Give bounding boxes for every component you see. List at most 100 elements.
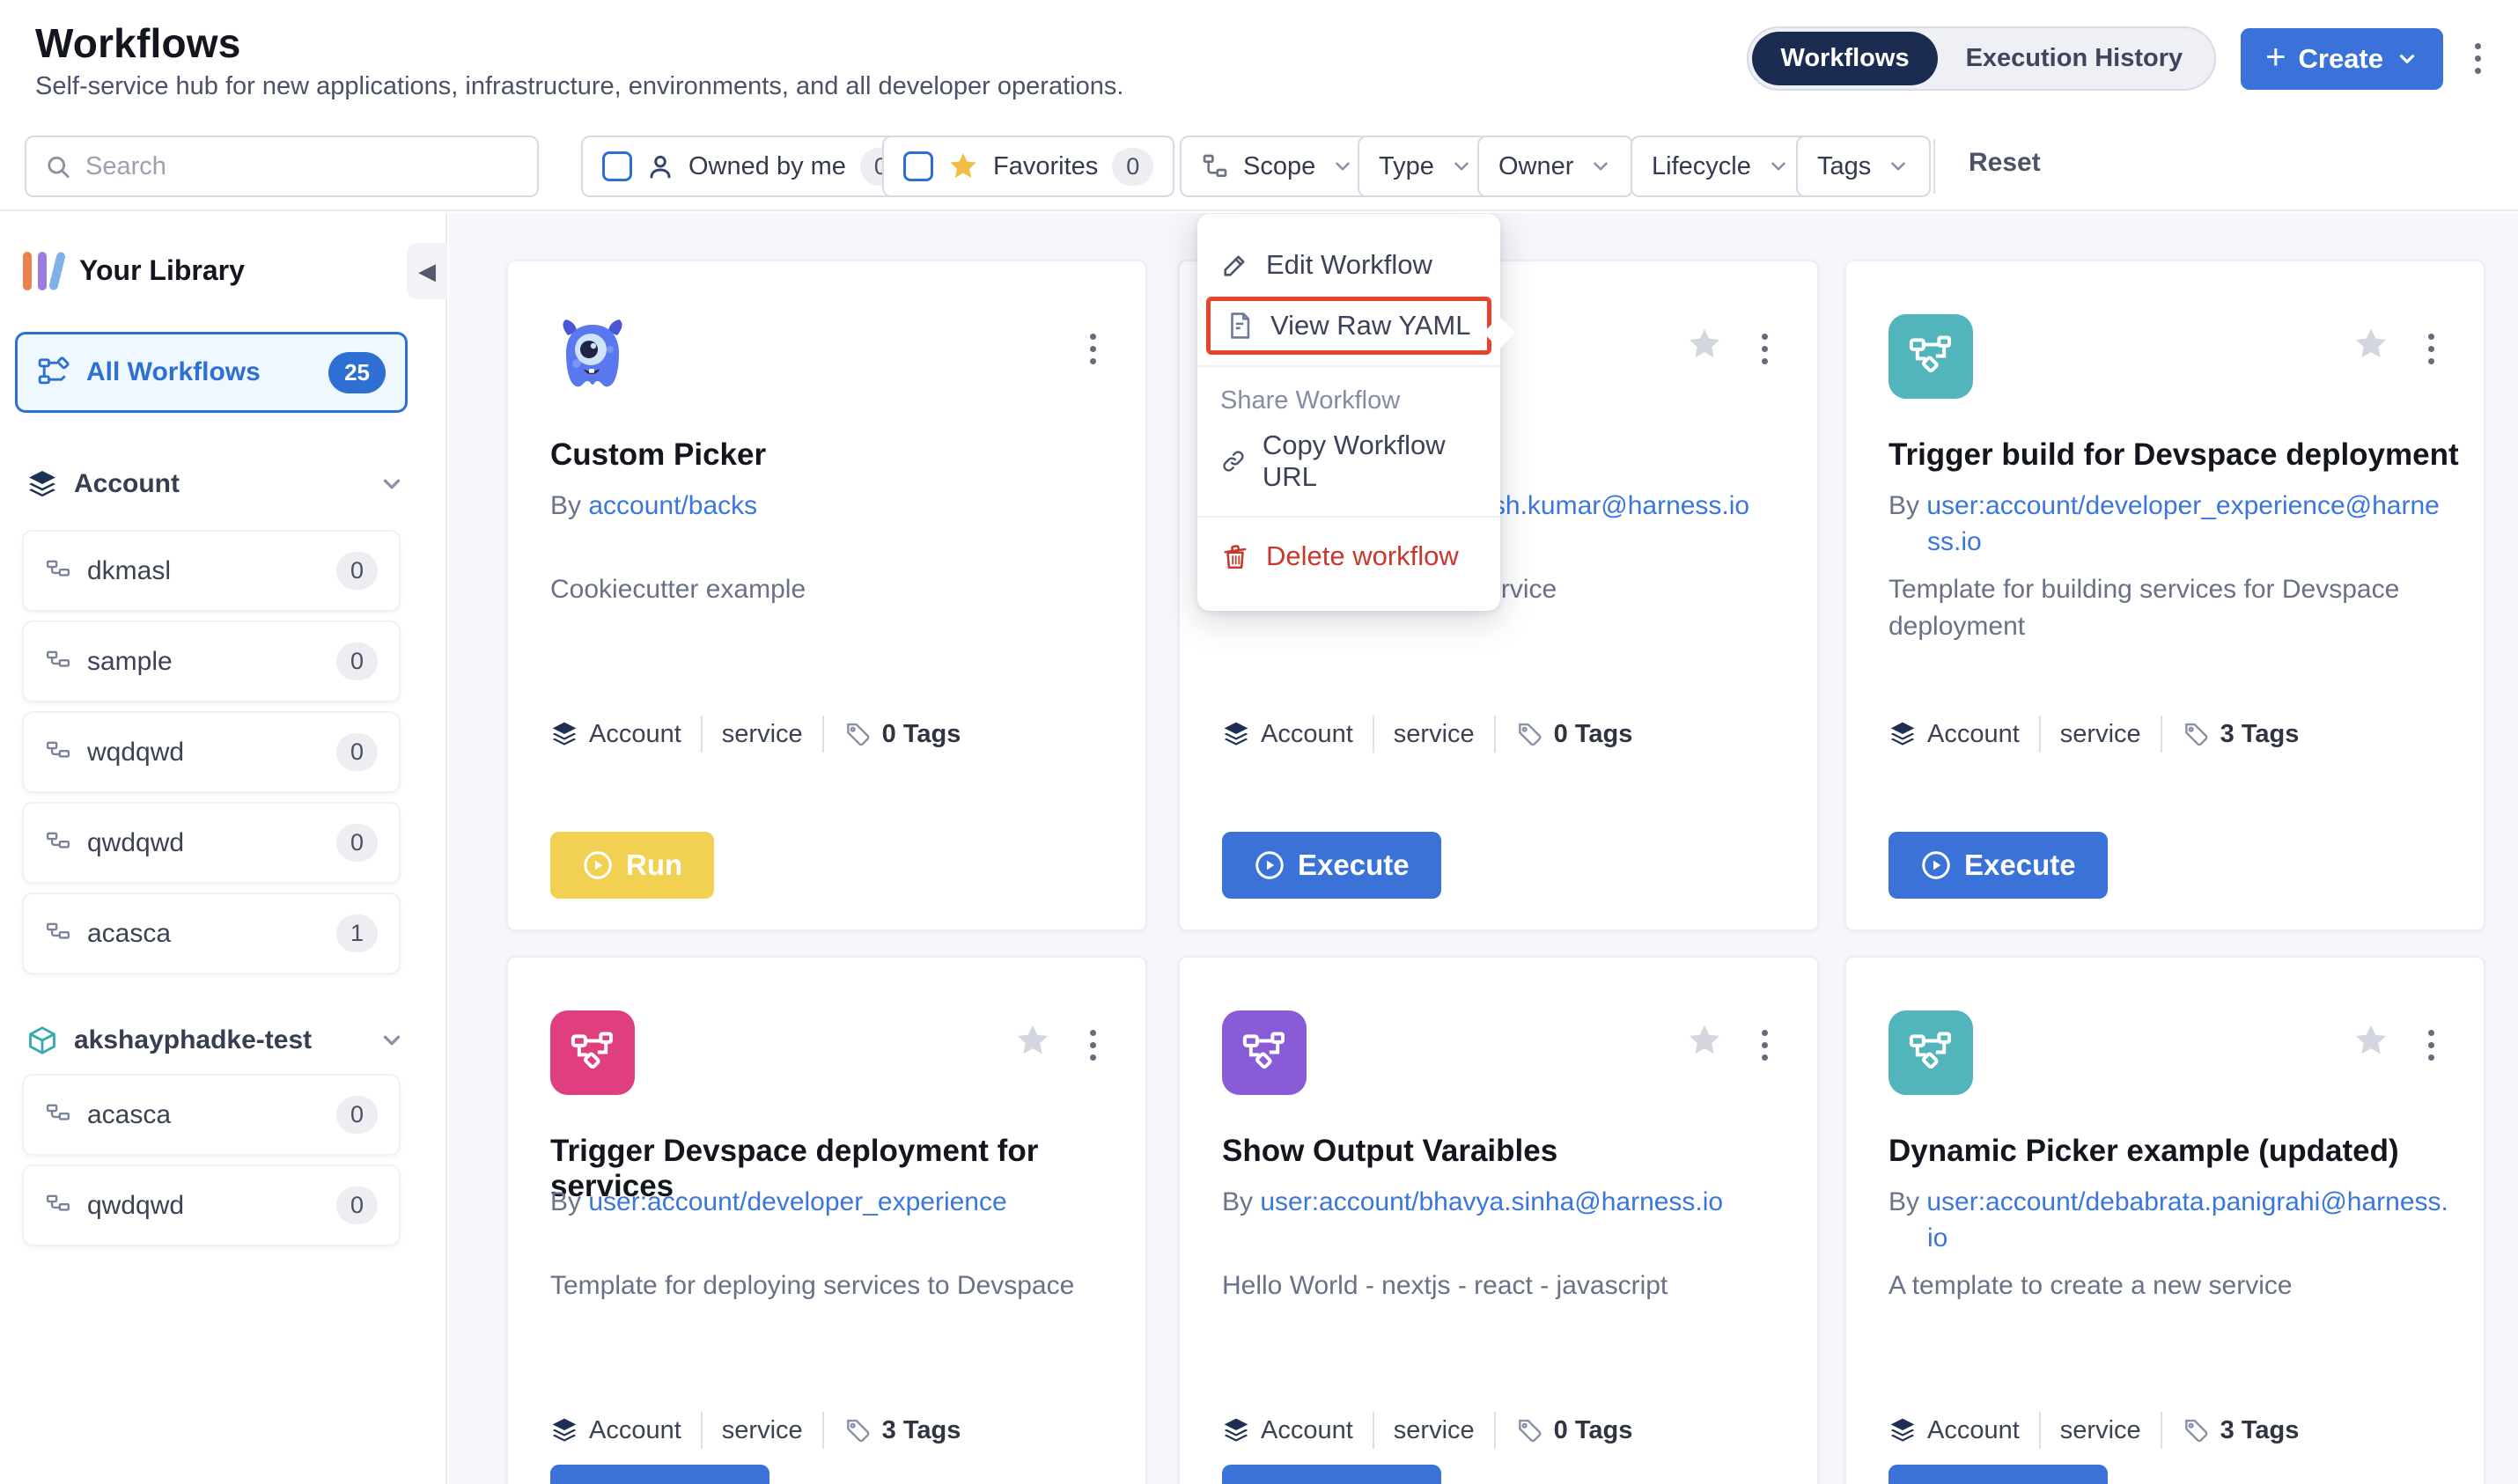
card-kebab-menu-icon[interactable] <box>1083 327 1103 371</box>
type-filter[interactable]: Type <box>1358 136 1494 197</box>
execute-button[interactable]: Execute <box>550 1465 769 1484</box>
sidebar-item-wqdqwd[interactable]: wqdqwd 0 <box>22 711 401 793</box>
page-subtitle: Self-service hub for new applications, i… <box>35 72 1123 101</box>
page-body: Your Library ◀ All Workflows 25 Account … <box>0 213 2518 1484</box>
play-icon <box>582 849 614 881</box>
workflow-card-dynamic-picker[interactable]: Dynamic Picker example (updated) By user… <box>1844 956 2485 1484</box>
chevron-down-icon <box>379 1027 405 1054</box>
sidebar: Your Library ◀ All Workflows 25 Account … <box>0 213 447 1484</box>
card-title: Show Output Varaibles <box>1222 1134 1557 1169</box>
menu-item-edit-workflow[interactable]: Edit Workflow <box>1197 237 1500 293</box>
card-description: Template for deploying services to Devsp… <box>550 1267 1114 1304</box>
card-kebab-menu-icon[interactable] <box>1755 1023 1775 1068</box>
card-scope: Account <box>1261 720 1353 749</box>
workflow-tile-icon <box>1222 1010 1307 1095</box>
workflow-icon <box>37 356 70 389</box>
page-kebab-menu-icon[interactable] <box>2468 36 2488 81</box>
sidebar-item-qwdqwd-2[interactable]: qwdqwd 0 <box>22 1164 401 1246</box>
sidebar-item-qwdqwd[interactable]: qwdqwd 0 <box>22 802 401 884</box>
workflow-mini-icon <box>45 649 71 675</box>
card-kebab-menu-icon[interactable] <box>2421 1023 2441 1068</box>
item-count: 0 <box>336 733 378 771</box>
card-kebab-menu-icon[interactable] <box>1083 1023 1103 1068</box>
pencil-icon <box>1220 250 1250 280</box>
workflow-mini-icon <box>45 739 71 766</box>
favorite-star-icon[interactable] <box>2352 1021 2390 1060</box>
tag-icon <box>843 1416 872 1444</box>
owner-link[interactable]: user:account/developer_experience <box>588 1187 1006 1216</box>
owned-by-me-checkbox[interactable] <box>602 151 632 181</box>
sidebar-group-akshayphadke-test[interactable]: akshayphadke-test <box>26 1025 405 1056</box>
card-owner-line: By user:account/bhavya.sinha@harness.io <box>1222 1185 1782 1221</box>
owner-link[interactable]: user:account/bhavya.sinha@harness.io <box>1260 1187 1723 1216</box>
execute-button[interactable]: Execute <box>1888 1465 2108 1484</box>
menu-item-view-raw-yaml[interactable]: View Raw YAML <box>1206 297 1491 355</box>
reset-filters-link[interactable]: Reset <box>1969 148 2041 178</box>
share-section-label: Share Workflow <box>1197 378 1500 417</box>
owned-by-me-filter[interactable]: Owned by me 0 <box>581 136 923 197</box>
execute-button[interactable]: Execute <box>1888 832 2108 899</box>
card-title: Trigger build for Devspace deployment <box>1888 437 2459 473</box>
sidebar-item-all-workflows[interactable]: All Workflows 25 <box>15 332 408 413</box>
run-button[interactable]: Run <box>550 832 714 899</box>
create-button[interactable]: + Create <box>2241 28 2443 90</box>
card-footer: Account service 3 Tags <box>550 1412 961 1449</box>
sidebar-item-label: wqdqwd <box>87 738 320 768</box>
card-tags: 3 Tags <box>2220 720 2300 749</box>
scope-filter[interactable]: Scope <box>1180 136 1375 197</box>
sidebar-group-account[interactable]: Account <box>26 468 405 500</box>
execute-button[interactable]: Execute <box>1222 1465 1441 1484</box>
card-footer: Account service 0 Tags <box>1222 1412 1632 1449</box>
owner-filter[interactable]: Owner <box>1477 136 1633 197</box>
favorites-label: Favorites <box>993 152 1098 181</box>
tab-execution-history[interactable]: Execution History <box>1938 32 2212 85</box>
sidebar-item-acasca[interactable]: acasca 1 <box>22 893 401 974</box>
sidebar-item-acasca-2[interactable]: acasca 0 <box>22 1074 401 1156</box>
person-icon <box>646 152 674 180</box>
card-tags: 3 Tags <box>882 1416 961 1445</box>
tags-filter[interactable]: Tags <box>1796 136 1931 197</box>
search-input[interactable] <box>85 152 519 181</box>
owner-link[interactable]: user:account/debabrata.panigrahi@harness… <box>1926 1187 2448 1253</box>
lifecycle-filter[interactable]: Lifecycle <box>1631 136 1811 197</box>
card-kebab-menu-icon[interactable] <box>1755 327 1775 371</box>
all-workflows-count-badge: 25 <box>328 352 386 393</box>
favorites-checkbox[interactable] <box>903 151 933 181</box>
favorites-filter[interactable]: Favorites 0 <box>882 136 1174 197</box>
item-count: 0 <box>336 1096 378 1134</box>
tag-icon <box>1515 1416 1543 1444</box>
library-header: Your Library <box>23 250 245 290</box>
item-count: 1 <box>336 915 378 952</box>
favorite-star-icon[interactable] <box>1013 1021 1052 1060</box>
card-owner-line: By user:account/developer_experience <box>550 1185 1110 1221</box>
tab-workflows[interactable]: Workflows <box>1752 32 1937 85</box>
workflow-card-trigger-build[interactable]: Trigger build for Devspace deployment By… <box>1844 260 2485 931</box>
sidebar-collapse-icon[interactable]: ◀ <box>407 243 447 299</box>
owner-link[interactable]: user:account/developer_experience@harnes… <box>1926 491 2440 556</box>
card-type: service <box>1394 720 1475 749</box>
item-count: 0 <box>336 1186 378 1224</box>
card-scope: Account <box>1261 1416 1353 1445</box>
card-kebab-menu-icon[interactable] <box>2421 327 2441 371</box>
sidebar-item-sample[interactable]: sample 0 <box>22 621 401 702</box>
menu-item-copy-workflow-url[interactable]: Copy Workflow URL <box>1197 417 1500 505</box>
workflow-card-show-output-variables[interactable]: Show Output Varaibles By user:account/bh… <box>1178 956 1819 1484</box>
document-icon <box>1225 311 1255 341</box>
owner-link[interactable]: account/backs <box>588 491 757 520</box>
workflow-mini-icon <box>45 830 71 856</box>
favorite-star-icon[interactable] <box>2352 325 2390 364</box>
card-scope: Account <box>589 1416 681 1445</box>
workflow-card-trigger-devspace[interactable]: Trigger Devspace deployment for services… <box>506 956 1147 1484</box>
card-footer: Account service 0 Tags <box>1222 716 1632 753</box>
favorite-star-icon[interactable] <box>1685 325 1724 364</box>
sidebar-item-dkmasl[interactable]: dkmasl 0 <box>22 530 401 612</box>
workflow-card-custom-picker[interactable]: Custom Picker By account/backs Cookiecut… <box>506 260 1147 931</box>
chevron-down-icon <box>1887 155 1910 178</box>
favorites-count: 0 <box>1112 148 1153 186</box>
card-type: service <box>2060 720 2141 749</box>
card-description: Template for building services for Devsp… <box>1888 571 2452 645</box>
menu-item-delete-workflow[interactable]: Delete workflow <box>1197 528 1500 584</box>
execute-button[interactable]: Execute <box>1222 832 1441 899</box>
card-footer: Account service 3 Tags <box>1888 1412 2299 1449</box>
favorite-star-icon[interactable] <box>1685 1021 1724 1060</box>
